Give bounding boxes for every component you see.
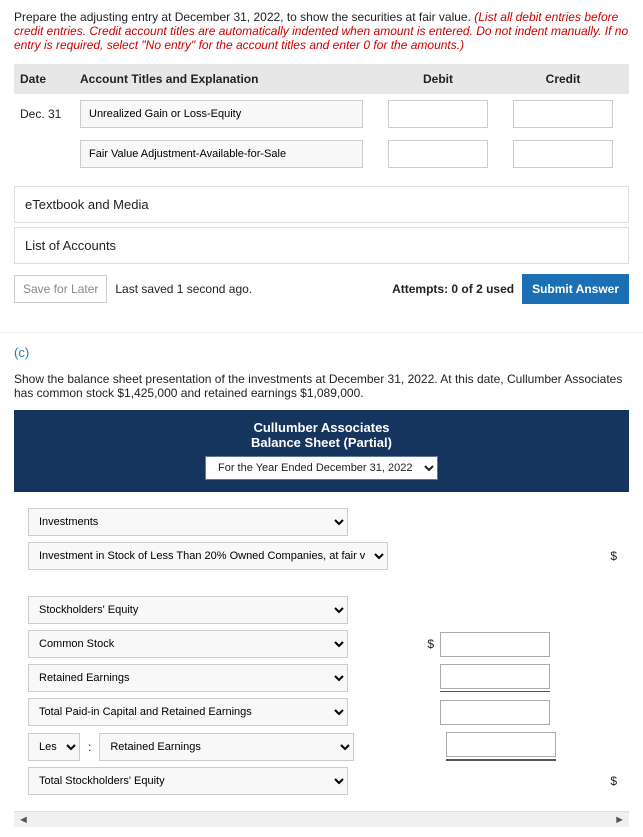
bs-line-select-7b[interactable]: Retained Earnings: [99, 733, 354, 761]
horizontal-scrollbar[interactable]: ◄ ►: [14, 811, 629, 827]
part-c-label: (c): [0, 333, 643, 372]
less-select[interactable]: Less: [28, 733, 80, 761]
retained-earnings-amount-input[interactable]: [440, 664, 550, 689]
less-amount-input[interactable]: [446, 732, 556, 757]
bs-line-select-1[interactable]: Investments: [28, 508, 348, 536]
dollar-sign: $: [610, 549, 617, 563]
part-c-instructions: Show the balance sheet presentation of t…: [14, 372, 629, 400]
bs-line-select-6[interactable]: Total Paid-in Capital and Retained Earni…: [28, 698, 348, 726]
bs-line-select-3[interactable]: Stockholders' Equity: [28, 596, 348, 624]
submit-answer-button[interactable]: Submit Answer: [522, 274, 629, 304]
journal-row: Dec. 31: [14, 94, 629, 134]
attempts-text: Attempts: 0 of 2 used: [392, 282, 514, 296]
bs-line-select-5[interactable]: Retained Earnings: [28, 664, 348, 692]
journal-date-1: Dec. 31: [20, 107, 80, 121]
total-paidin-amount-input[interactable]: [440, 700, 550, 725]
instruction-text-prefix: Prepare the adjusting entry at December …: [14, 10, 474, 24]
balance-sheet-title: Balance Sheet (Partial): [14, 435, 629, 450]
credit-input-2[interactable]: [513, 140, 613, 168]
account-title-input-1[interactable]: [80, 100, 363, 128]
bs-line-select-8[interactable]: Total Stockholders' Equity: [28, 767, 348, 795]
debit-input-1[interactable]: [388, 100, 488, 128]
credit-input-1[interactable]: [513, 100, 613, 128]
scroll-left-arrow-icon[interactable]: ◄: [18, 814, 29, 826]
company-name: Cullumber Associates: [14, 420, 629, 435]
etextbook-media-link[interactable]: eTextbook and Media: [14, 186, 629, 223]
balance-sheet-body: Investments Investment in Stock of Less …: [14, 492, 629, 811]
list-of-accounts-link[interactable]: List of Accounts: [14, 227, 629, 264]
account-title-input-2[interactable]: [80, 140, 363, 168]
period-select[interactable]: For the Year Ended December 31, 2022: [205, 456, 438, 480]
dollar-sign: $: [420, 637, 434, 651]
common-stock-amount-input[interactable]: [440, 632, 550, 657]
save-for-later-button[interactable]: Save for Later: [14, 275, 107, 303]
last-saved-text: Last saved 1 second ago.: [115, 282, 252, 296]
journal-header-row: Date Account Titles and Explanation Debi…: [14, 64, 629, 94]
bs-line-select-4[interactable]: Common Stock: [28, 630, 348, 658]
bs-line-select-2[interactable]: Investment in Stock of Less Than 20% Own…: [28, 542, 388, 570]
scroll-right-arrow-icon[interactable]: ►: [614, 814, 625, 826]
journal-row: [14, 134, 629, 174]
col-credit-header: Credit: [503, 72, 623, 86]
colon-separator: :: [88, 740, 91, 754]
col-debit-header: Debit: [373, 72, 503, 86]
col-date-header: Date: [20, 72, 80, 86]
balance-sheet-header: Cullumber Associates Balance Sheet (Part…: [14, 410, 629, 492]
col-acct-header: Account Titles and Explanation: [80, 72, 373, 86]
dollar-sign: $: [610, 774, 617, 788]
debit-input-2[interactable]: [388, 140, 488, 168]
